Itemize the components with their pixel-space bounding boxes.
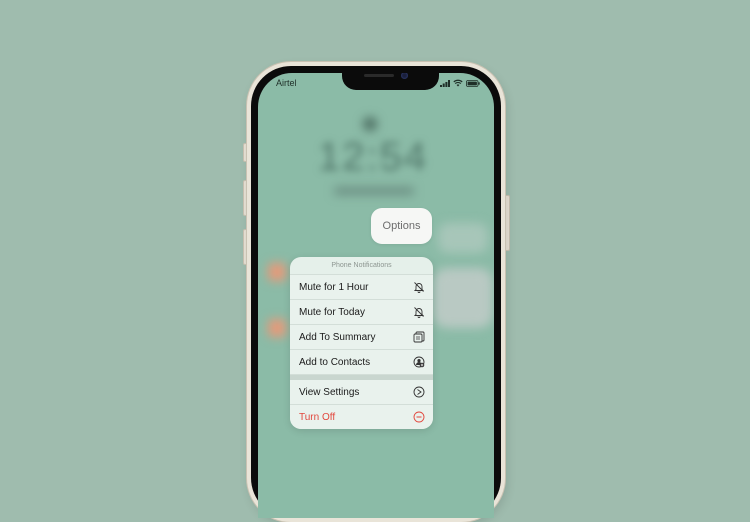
menu-item-turn-off[interactable]: Turn Off bbox=[290, 405, 433, 429]
menu-item-label: Mute for Today bbox=[299, 306, 365, 318]
wifi-icon bbox=[453, 79, 463, 87]
carrier-label: Airtel bbox=[276, 78, 297, 88]
status-icons bbox=[440, 79, 480, 87]
menu-item-label: Mute for 1 Hour bbox=[299, 281, 369, 293]
menu-item-add-to-summary[interactable]: Add To Summary bbox=[290, 325, 433, 350]
menu-item-label: Add to Contacts bbox=[299, 356, 371, 368]
battery-icon bbox=[466, 79, 480, 87]
lock-icon bbox=[363, 117, 377, 131]
menu-header: Phone Notifications bbox=[290, 257, 433, 275]
notification-app-icon bbox=[268, 319, 286, 337]
menu-item-label: Add To Summary bbox=[299, 331, 376, 343]
menu-item-view-settings[interactable]: View Settings bbox=[290, 380, 433, 405]
lock-screen-time: 12:54 bbox=[318, 135, 429, 179]
menu-item-mute-1-hour[interactable]: Mute for 1 Hour bbox=[290, 275, 433, 300]
phone-screen: Airtel 12:54 Options Phone Notifications… bbox=[258, 73, 494, 518]
summary-icon bbox=[413, 331, 425, 343]
minus-circle-icon bbox=[413, 411, 425, 423]
menu-item-add-to-contacts[interactable]: Add to Contacts bbox=[290, 350, 433, 375]
bell-slash-icon bbox=[413, 306, 425, 318]
signal-icon bbox=[440, 79, 450, 87]
notch bbox=[342, 73, 439, 90]
notification-card bbox=[438, 223, 488, 253]
notification-card bbox=[433, 268, 493, 328]
options-button[interactable]: Options bbox=[371, 208, 432, 244]
lock-screen-date bbox=[334, 187, 414, 195]
menu-item-label: View Settings bbox=[299, 386, 360, 398]
bell-slash-icon bbox=[413, 281, 425, 293]
notification-context-menu: Phone Notifications Mute for 1 Hour Mute… bbox=[290, 257, 433, 429]
speaker bbox=[364, 74, 394, 77]
menu-item-mute-today[interactable]: Mute for Today bbox=[290, 300, 433, 325]
front-camera bbox=[401, 73, 408, 79]
settings-arrow-icon bbox=[413, 386, 425, 398]
notification-app-icon bbox=[268, 263, 286, 281]
menu-item-label: Turn Off bbox=[299, 411, 336, 423]
add-contact-icon bbox=[413, 356, 425, 368]
